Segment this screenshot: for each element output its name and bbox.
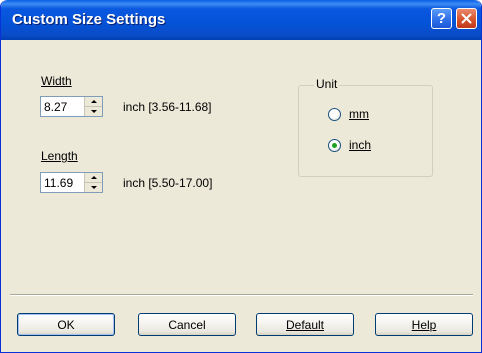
- unit-group-title: Unit: [314, 77, 340, 91]
- width-spin-up[interactable]: [85, 97, 102, 107]
- spin-down-icon: [90, 110, 97, 113]
- ok-button[interactable]: OK: [17, 313, 115, 336]
- width-label: Width: [41, 74, 72, 88]
- width-input[interactable]: [41, 97, 83, 116]
- radio-mm[interactable]: [328, 108, 341, 121]
- close-icon: [461, 13, 472, 24]
- radio-mm-label[interactable]: mm: [349, 107, 369, 121]
- length-spinner[interactable]: [40, 172, 103, 193]
- length-input[interactable]: [41, 173, 83, 192]
- default-button-label: Default: [285, 317, 325, 332]
- close-button[interactable]: [456, 8, 477, 29]
- width-spin-buttons[interactable]: [84, 97, 102, 116]
- spin-up-icon: [90, 100, 97, 103]
- title-help-button[interactable]: ?: [431, 8, 452, 29]
- radio-inch-label[interactable]: inch: [349, 138, 371, 152]
- length-label: Length: [41, 149, 78, 163]
- radio-inch-label-text: inch: [349, 138, 372, 152]
- length-spin-up[interactable]: [85, 173, 102, 183]
- spin-up-icon: [90, 176, 97, 179]
- length-range: inch [5.50-17.00]: [123, 176, 213, 190]
- window-title: Custom Size Settings: [12, 11, 166, 28]
- width-spinner[interactable]: [40, 96, 103, 117]
- help-icon: ?: [436, 10, 447, 27]
- help-button[interactable]: Help: [375, 313, 473, 336]
- length-spin-buttons[interactable]: [84, 173, 102, 192]
- help-button-label: Help: [411, 317, 437, 332]
- button-separator: [10, 294, 473, 296]
- title-bar[interactable]: Custom Size Settings ?: [1, 0, 481, 40]
- cancel-button[interactable]: Cancel: [138, 313, 236, 336]
- default-button[interactable]: Default: [256, 313, 354, 336]
- width-spin-down[interactable]: [85, 107, 102, 116]
- length-spin-down[interactable]: [85, 183, 102, 192]
- width-range: inch [3.56-11.68]: [123, 100, 212, 114]
- unit-group: [298, 85, 433, 177]
- radio-inch[interactable]: [328, 139, 341, 152]
- dialog-window: Custom Size Settings ? Width inch [3.56-…: [0, 0, 482, 353]
- radio-selected-dot: [332, 143, 337, 148]
- spin-down-icon: [90, 186, 97, 189]
